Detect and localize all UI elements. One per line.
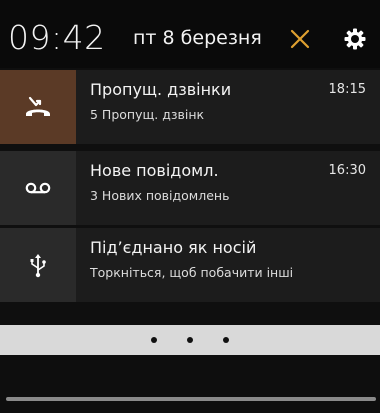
notification-time: 16:30 xyxy=(328,163,366,178)
usb-icon xyxy=(30,254,46,278)
page-dot[interactable] xyxy=(187,337,193,343)
notification-icon-box xyxy=(0,70,76,144)
notification-time: 18:15 xyxy=(328,82,366,97)
shade-bottom xyxy=(0,355,380,413)
notification-icon-box xyxy=(0,151,76,225)
voicemail-icon xyxy=(25,182,51,194)
clock-time: 09:42 xyxy=(8,18,106,57)
settings-button[interactable] xyxy=(343,27,367,51)
page-dot[interactable] xyxy=(151,337,157,343)
date-label: пт 8 березня xyxy=(133,27,262,49)
notification-usb-connected[interactable]: Під’єднано як носій Торкніться, щоб поба… xyxy=(0,228,380,302)
notification-text: Торкніться, щоб побачити інші xyxy=(90,265,294,280)
notification-icon-box xyxy=(0,228,76,302)
missed-call-icon xyxy=(26,96,50,116)
page-dot[interactable] xyxy=(223,337,229,343)
notification-title: Нове повідомл. xyxy=(90,161,219,180)
notification-title: Пропущ. дзвінки xyxy=(90,80,232,99)
clear-notifications-button[interactable] xyxy=(288,27,312,51)
page-indicator xyxy=(0,325,380,355)
drag-handle[interactable] xyxy=(6,397,376,401)
notification-text: 3 Нових повідомлень xyxy=(90,188,230,203)
close-icon xyxy=(290,29,310,49)
status-header: 09:42 пт 8 березня xyxy=(0,0,380,68)
notification-missed-calls[interactable]: Пропущ. дзвінки 5 Пропущ. дзвінк 18:15 xyxy=(0,70,380,144)
gear-icon xyxy=(344,28,366,50)
notification-title: Під’єднано як носій xyxy=(90,238,257,257)
notification-shade: 09:42 пт 8 березня Пропущ. дзвінки 5 Про… xyxy=(0,0,380,413)
notification-text: 5 Пропущ. дзвінк xyxy=(90,107,205,122)
notification-new-message[interactable]: Нове повідомл. 3 Нових повідомлень 16:30 xyxy=(0,151,380,225)
